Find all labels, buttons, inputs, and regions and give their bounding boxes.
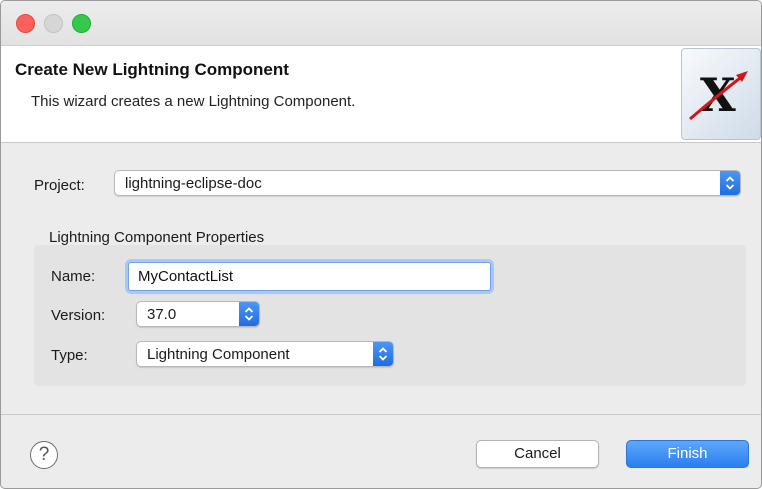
version-select[interactable]: 37.0	[136, 301, 260, 327]
title-bar	[1, 1, 761, 46]
properties-group-title: Lightning Component Properties	[49, 229, 265, 246]
project-label: Project:	[34, 177, 85, 194]
type-select[interactable]: Lightning Component	[136, 341, 394, 367]
project-select[interactable]: lightning-eclipse-doc	[114, 170, 741, 196]
type-select-stepper-icon[interactable]	[373, 342, 393, 366]
cancel-button[interactable]: Cancel	[476, 440, 599, 468]
minimize-window-button[interactable]	[44, 14, 63, 33]
project-value: lightning-eclipse-doc	[125, 175, 262, 192]
zoom-window-button[interactable]	[72, 14, 91, 33]
version-value: 37.0	[147, 306, 177, 323]
help-icon: ?	[38, 444, 50, 465]
name-field[interactable]: MyContactList	[128, 262, 491, 291]
wizard-header: Create New Lightning Component This wiza…	[1, 46, 761, 143]
close-window-button[interactable]	[16, 14, 35, 33]
wizard-logo-icon: X	[681, 48, 761, 140]
project-select-stepper-icon[interactable]	[720, 171, 740, 195]
help-button[interactable]: ?	[30, 441, 58, 469]
page-description: This wizard creates a new Lightning Comp…	[31, 93, 356, 110]
footer-divider	[1, 414, 761, 415]
wizard-window: Create New Lightning Component This wiza…	[0, 0, 762, 489]
type-value: Lightning Component	[147, 346, 290, 363]
version-select-stepper-icon[interactable]	[239, 302, 259, 326]
version-label: Version:	[51, 307, 106, 324]
finish-button[interactable]: Finish	[626, 440, 749, 468]
name-label: Name:	[51, 268, 96, 285]
page-title: Create New Lightning Component	[15, 60, 289, 79]
type-label: Type:	[51, 347, 88, 364]
name-value: MyContactList	[138, 268, 234, 285]
